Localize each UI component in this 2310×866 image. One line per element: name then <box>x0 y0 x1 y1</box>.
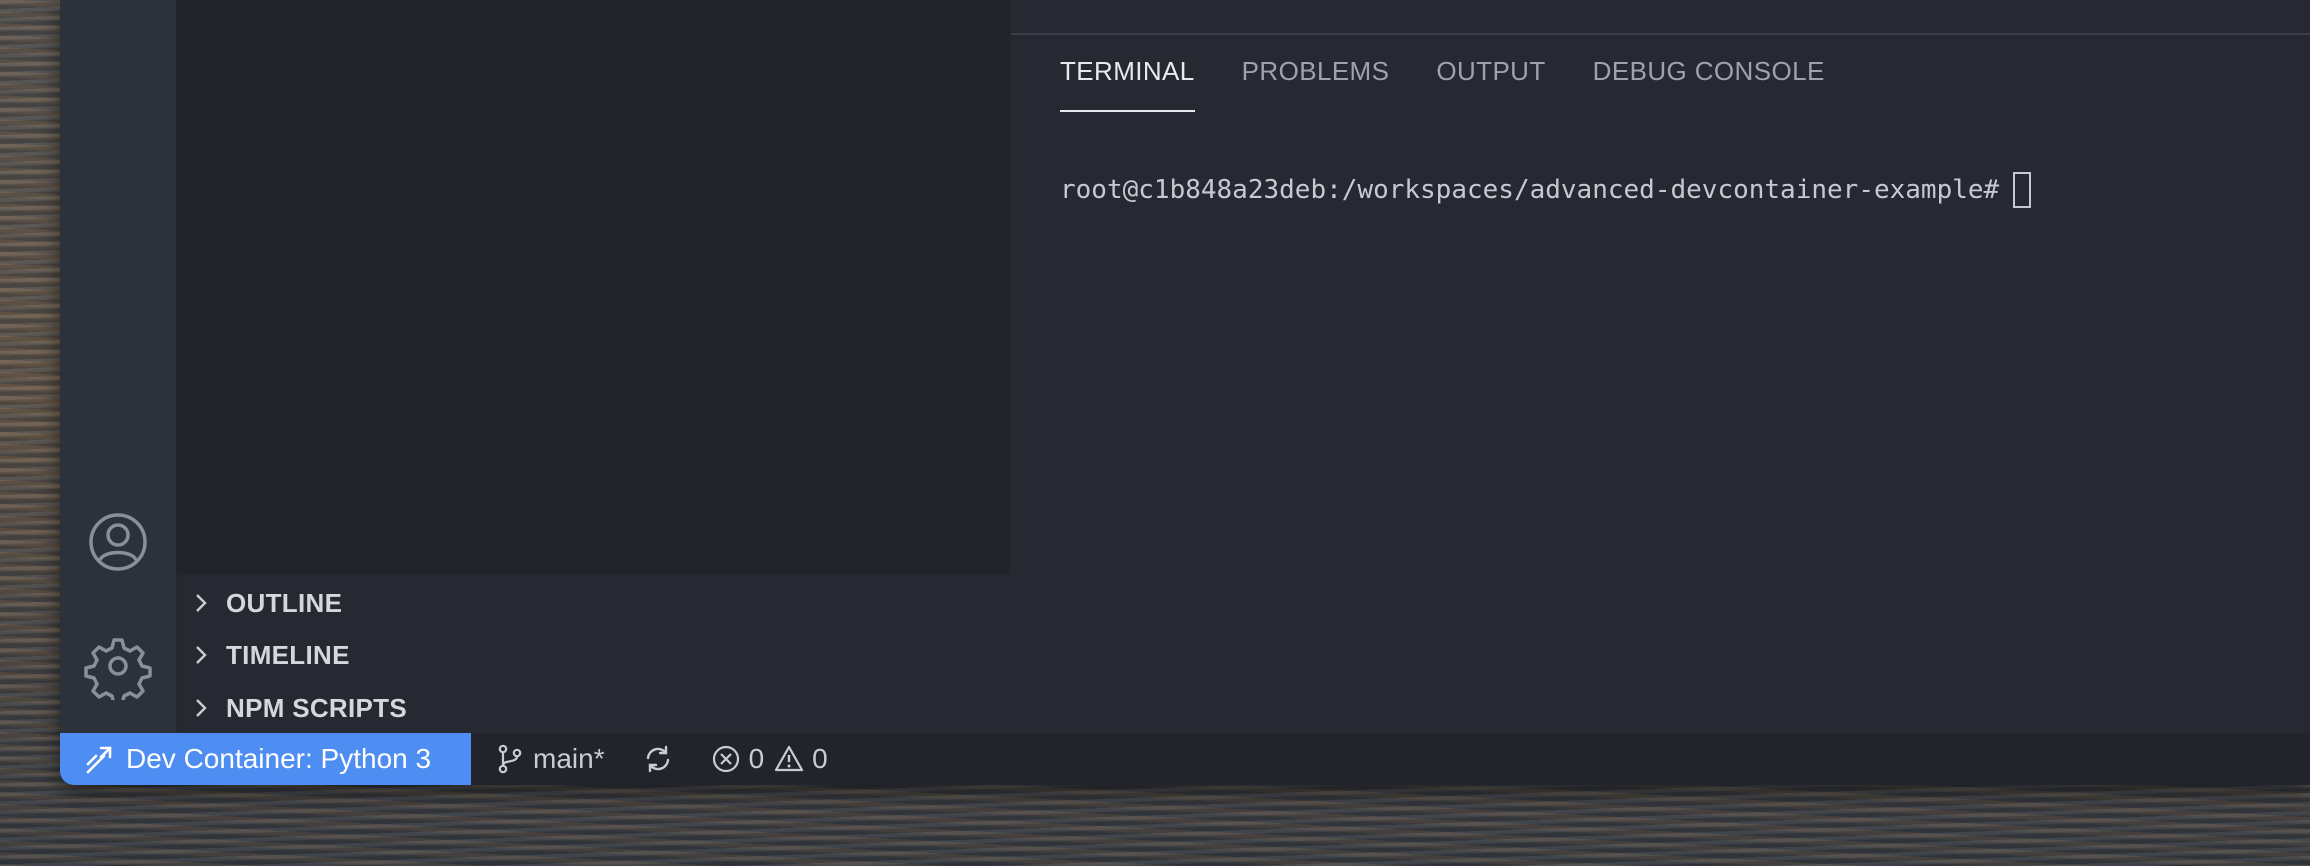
section-npm-scripts[interactable]: NPM SCRIPTS <box>177 683 1011 733</box>
warning-count: 0 <box>812 743 828 774</box>
bottom-panel: TERMINAL PROBLEMS OUTPUT DEBUG CONSOLE r… <box>1011 0 2310 733</box>
section-label: TIMELINE <box>226 639 350 670</box>
status-bar: Dev Container: Python 3 main* 0 0 <box>60 733 2310 785</box>
sync-button[interactable] <box>643 744 673 774</box>
sync-icon <box>646 745 669 773</box>
warning-icon <box>775 745 804 772</box>
tab-problems[interactable]: PROBLEMS <box>1242 56 1390 112</box>
section-timeline[interactable]: TIMELINE <box>177 630 1011 680</box>
panel-tabs: TERMINAL PROBLEMS OUTPUT DEBUG CONSOLE <box>1011 56 1824 112</box>
git-branch-icon <box>498 744 522 774</box>
error-count: 0 <box>748 743 765 774</box>
tab-debug-console[interactable]: DEBUG CONSOLE <box>1593 56 1825 112</box>
branch-button[interactable]: main* <box>495 743 605 775</box>
manage-gear-icon[interactable] <box>84 632 152 706</box>
account-icon[interactable] <box>84 508 152 576</box>
activity-bar <box>60 0 177 733</box>
section-outline[interactable]: OUTLINE <box>177 578 1011 628</box>
panel-divider <box>1011 33 2310 35</box>
section-label: NPM SCRIPTS <box>226 692 407 723</box>
vscode-window: OUTLINE TIMELINE NPM SCRIPTS TERMINAL PR… <box>60 0 2310 785</box>
terminal-cursor <box>2013 172 2032 208</box>
sidebar: OUTLINE TIMELINE NPM SCRIPTS <box>177 0 1011 733</box>
tab-terminal[interactable]: TERMINAL <box>1060 56 1195 112</box>
remote-label: Dev Container: Python 3 <box>126 743 432 774</box>
problems-indicator[interactable]: 0 0 <box>711 743 828 775</box>
error-icon <box>712 745 739 773</box>
terminal-content[interactable]: root@c1b848a23deb:/workspaces/advanced-d… <box>1060 170 2290 210</box>
remote-indicator-button[interactable]: Dev Container: Python 3 <box>60 733 471 785</box>
tab-output[interactable]: OUTPUT <box>1436 56 1545 112</box>
remote-icon <box>86 746 112 774</box>
explorer-view <box>177 0 1011 575</box>
sidebar-collapsed-sections: OUTLINE TIMELINE NPM SCRIPTS <box>177 575 1011 733</box>
terminal-prompt: root@c1b848a23deb:/workspaces/advanced-d… <box>1060 175 2000 205</box>
chevron-right-icon <box>196 646 207 664</box>
branch-label: main* <box>533 743 605 774</box>
section-label: OUTLINE <box>226 587 343 618</box>
chevron-right-icon <box>196 594 207 612</box>
chevron-right-icon <box>196 699 207 717</box>
